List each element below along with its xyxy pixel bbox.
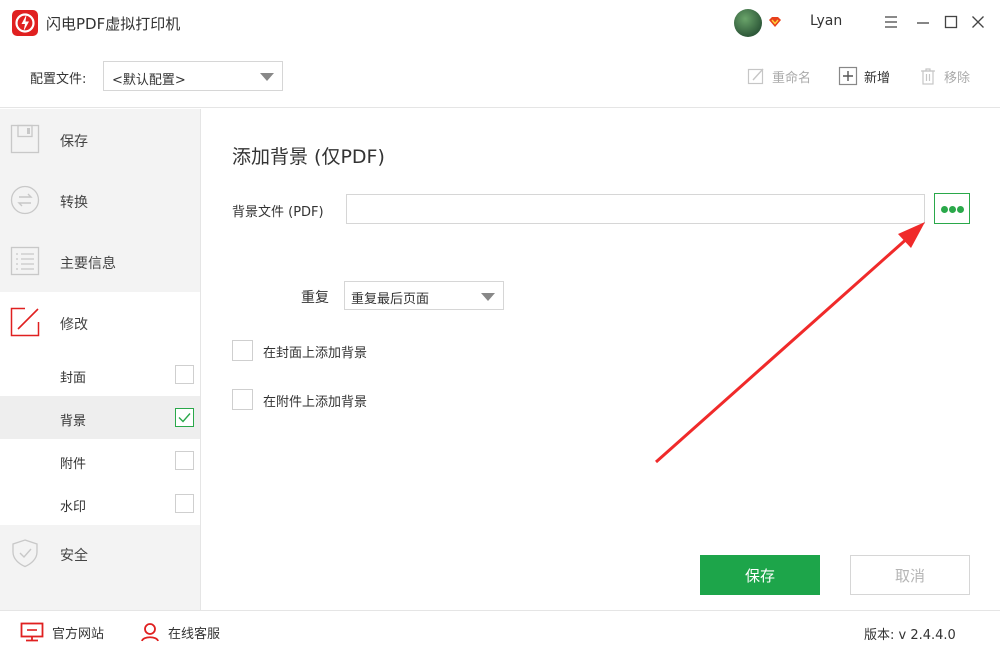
- footer: 官方网站 在线客服 版本: v 2.4.4.0: [0, 610, 1000, 650]
- watermark-checkbox[interactable]: [175, 494, 194, 513]
- sidebar-item-label: 修改: [60, 317, 88, 333]
- security-icon: [10, 538, 40, 568]
- option-label: 在附件上添加背景: [263, 395, 368, 410]
- attachment-checkbox[interactable]: [175, 451, 194, 470]
- cover-background-checkbox[interactable]: [232, 340, 253, 361]
- menu-icon[interactable]: [881, 12, 901, 32]
- sidebar-item-save[interactable]: 保存: [0, 109, 200, 170]
- sidebar-subitem-label: 水印: [60, 500, 87, 515]
- sidebar-subitem-label: 附件: [60, 457, 87, 472]
- cancel-button[interactable]: 取消: [850, 555, 970, 595]
- sidebar-item-main-info[interactable]: 主要信息: [0, 231, 200, 292]
- new-button[interactable]: 新增: [838, 65, 890, 87]
- save-button[interactable]: 保存: [700, 555, 820, 595]
- sidebar-subitem-label: 封面: [60, 371, 87, 386]
- background-checkbox[interactable]: [175, 408, 194, 427]
- sidebar-subitem-watermark[interactable]: 水印: [0, 482, 200, 525]
- rename-button[interactable]: 重命名: [746, 65, 811, 87]
- person-icon: [141, 623, 159, 642]
- info-icon: [10, 246, 40, 276]
- sidebar-subitem-background[interactable]: 背景: [0, 396, 200, 439]
- repeat-label: 重复: [301, 290, 329, 306]
- config-bar: 配置文件: <默认配置> 重命名 新增 移除: [0, 46, 1000, 108]
- repeat-select-value: 重复最后页面: [351, 292, 430, 307]
- online-service-label: 在线客服: [168, 626, 221, 642]
- sidebar-subitem-label: 背景: [60, 414, 87, 429]
- user-name[interactable]: Lyan: [810, 13, 842, 29]
- maximize-icon[interactable]: [941, 12, 961, 32]
- option-label: 在封面上添加背景: [263, 346, 368, 361]
- vip-badge-icon: [768, 16, 782, 32]
- rename-icon: [747, 68, 764, 85]
- browse-button[interactable]: [934, 193, 970, 224]
- sidebar-item-label: 安全: [60, 548, 88, 564]
- sidebar-item-security[interactable]: 安全: [0, 523, 200, 584]
- app-logo-icon: [12, 10, 38, 36]
- config-select[interactable]: <默认配置>: [103, 61, 283, 91]
- save-icon: [10, 124, 40, 154]
- sidebar-item-label: 主要信息: [60, 256, 116, 272]
- background-file-label: 背景文件 (PDF): [232, 205, 324, 220]
- monitor-icon: [20, 622, 44, 642]
- close-icon[interactable]: [968, 12, 988, 32]
- attachment-background-checkbox[interactable]: [232, 389, 253, 410]
- sidebar-item-label: 转换: [60, 195, 88, 211]
- edit-icon: [10, 307, 40, 337]
- sidebar-item-modify[interactable]: 修改: [0, 292, 200, 353]
- config-label: 配置文件:: [30, 72, 87, 87]
- minimize-icon[interactable]: [913, 12, 933, 32]
- repeat-select[interactable]: 重复最后页面: [344, 281, 504, 310]
- add-icon: [838, 66, 858, 86]
- app-title: 闪电PDF虚拟打印机: [46, 15, 181, 33]
- sidebar-item-label: 保存: [60, 134, 88, 150]
- cover-checkbox[interactable]: [175, 365, 194, 384]
- title-bar: 闪电PDF虚拟打印机 Lyan: [0, 0, 1000, 46]
- sidebar-item-convert[interactable]: 转换: [0, 170, 200, 231]
- official-site-link[interactable]: 官方网站: [20, 621, 104, 643]
- avatar[interactable]: [734, 9, 762, 37]
- checkmark-icon: [178, 413, 191, 423]
- remove-button[interactable]: 移除: [918, 65, 970, 87]
- trash-icon: [921, 68, 935, 85]
- page-title: 添加背景 (仅PDF): [232, 146, 385, 168]
- new-label: 新增: [864, 70, 891, 86]
- chevron-down-icon: [481, 293, 495, 301]
- chevron-down-icon: [260, 73, 274, 81]
- remove-label: 移除: [944, 70, 971, 86]
- online-service-link[interactable]: 在线客服: [140, 621, 220, 643]
- sidebar-subitem-cover[interactable]: 封面: [0, 353, 200, 396]
- version-label: 版本: v 2.4.4.0: [864, 628, 956, 643]
- convert-icon: [10, 185, 40, 215]
- official-site-label: 官方网站: [52, 626, 105, 642]
- config-select-value: <默认配置>: [112, 73, 186, 88]
- rename-label: 重命名: [772, 70, 812, 86]
- sidebar-subitem-attachment[interactable]: 附件: [0, 439, 200, 482]
- sidebar: 保存 转换 主要信息 修改 封面 背景 附件 水印 安全: [0, 109, 201, 610]
- background-file-input[interactable]: [346, 194, 925, 224]
